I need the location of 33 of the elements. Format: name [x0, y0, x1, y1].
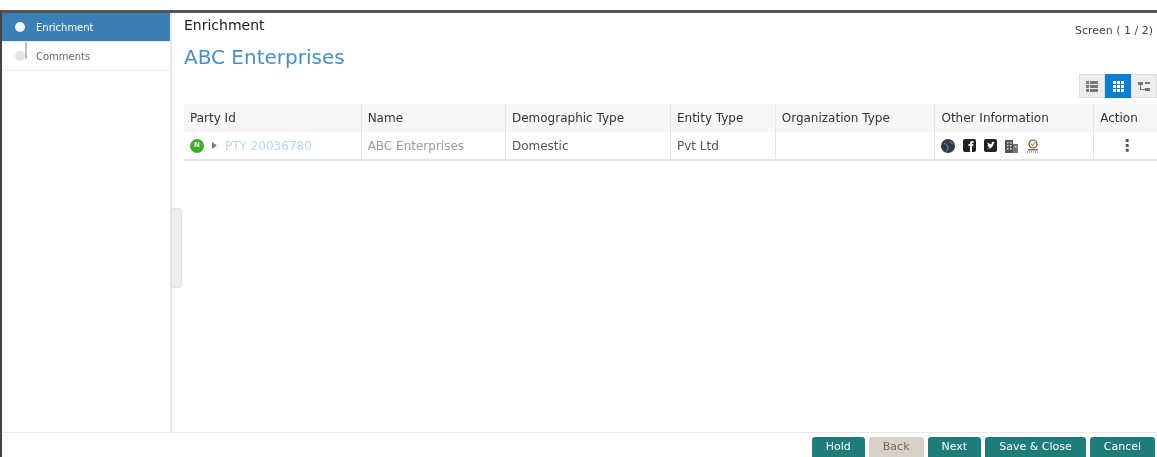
action-button[interactable]: Save & Close — [985, 437, 1086, 457]
grid-view-button[interactable] — [1105, 74, 1131, 98]
page-title: Enrichment — [184, 16, 265, 35]
list-view-button[interactable] — [1079, 74, 1105, 98]
twitter-icon[interactable] — [984, 139, 998, 152]
column-header: Party Id — [184, 104, 362, 132]
more-actions-icon[interactable]: ⋮ — [1119, 135, 1136, 155]
column-header: Name — [361, 104, 506, 132]
table-cell: Domestic — [511, 138, 569, 153]
building-icon[interactable] — [1005, 138, 1019, 153]
grid-icon — [1112, 80, 1124, 92]
action-button[interactable]: Next — [927, 437, 982, 457]
globe-icon[interactable] — [941, 138, 956, 153]
tree-view-button[interactable] — [1131, 74, 1157, 98]
table-cell: ABC Enterprises — [367, 138, 465, 153]
list-icon — [1086, 80, 1098, 92]
screen-counter: Screen ( 1 / 2) — [1074, 23, 1153, 39]
column-header: Other Information — [934, 104, 1094, 132]
column-header: Organization Type — [775, 104, 935, 132]
expand-icon[interactable] — [212, 142, 217, 149]
tree-icon — [1138, 80, 1150, 92]
person-badge-icon[interactable] — [1026, 138, 1041, 153]
resize-handle[interactable] — [171, 208, 182, 288]
party-title: ABC Enterprises — [184, 44, 346, 71]
column-header: Demographic Type — [505, 104, 671, 132]
step-item[interactable]: Comments — [2, 42, 170, 71]
step-item[interactable]: Enrichment — [2, 13, 170, 42]
action-button[interactable]: Cancel — [1089, 437, 1155, 457]
action-button[interactable]: Hold — [811, 437, 865, 457]
column-header: Entity Type — [670, 104, 776, 132]
table-cell: Pvt Ltd — [676, 138, 719, 153]
column-header: Action — [1093, 104, 1157, 132]
facebook-icon[interactable] — [963, 139, 977, 152]
